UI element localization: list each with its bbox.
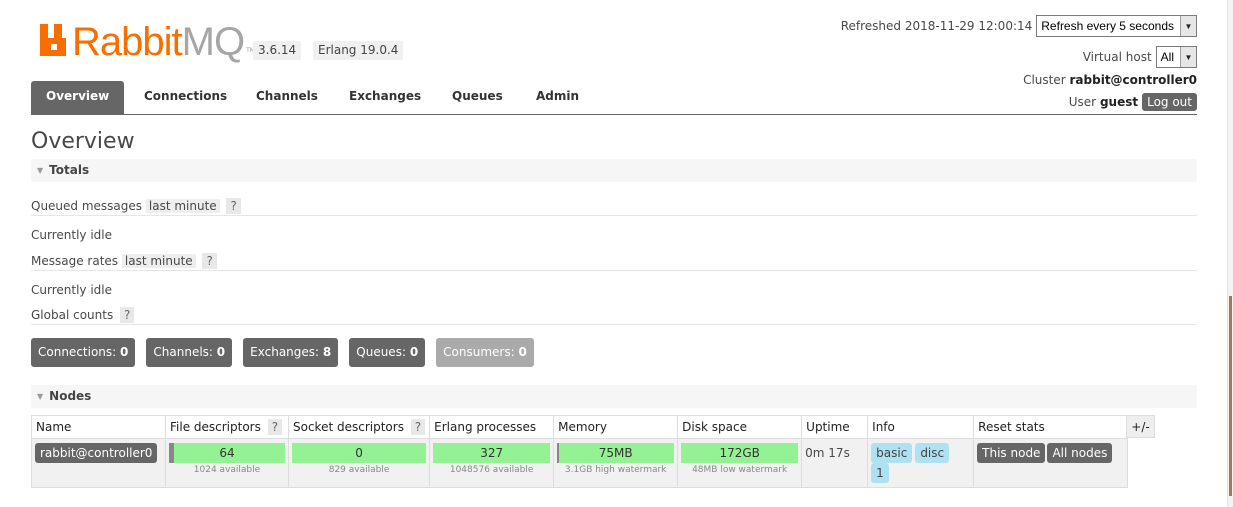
rabbitmq-logo[interactable]: RabbitMQ TM: [40, 18, 255, 62]
column-header: File descriptors ?: [165, 415, 289, 439]
file-descriptors-bar: 64: [169, 443, 285, 463]
tab-overview[interactable]: Overview: [31, 81, 125, 114]
column-header: Memory: [553, 415, 679, 439]
memory-watermark: 3.1GB high watermark: [564, 465, 667, 475]
rates-range-selector[interactable]: last minute: [121, 254, 196, 268]
column-header: Reset stats: [973, 415, 1129, 439]
channels-count[interactable]: Channels: 0: [146, 338, 233, 367]
refresh-interval-value: Refresh every 5 seconds: [1041, 19, 1174, 33]
consumers-count: Consumers: 0: [436, 338, 534, 367]
totals-section-header[interactable]: ▼ Totals: [31, 159, 1197, 182]
erlang-processes-cell: 327 1048576 available: [429, 438, 555, 488]
virtual-host-value: All: [1160, 50, 1174, 64]
help-icon[interactable]: ?: [267, 419, 283, 435]
nodes-title: Nodes: [49, 389, 92, 403]
info-tag-disc: disc: [915, 443, 950, 463]
collapse-triangle-icon: ▼: [37, 392, 44, 401]
global-counts-label: Global counts: [31, 308, 114, 322]
info-tag-basic: basic: [871, 443, 913, 463]
page-title: Overview: [31, 129, 135, 154]
help-icon[interactable]: ?: [202, 253, 217, 269]
queued-messages-row: Queued messages last minute ?: [31, 196, 1197, 216]
reset-stats-cell: This node All nodes: [973, 438, 1129, 488]
rates-idle-text: Currently idle: [31, 283, 112, 297]
connections-count[interactable]: Connections: 0: [31, 338, 136, 367]
disk-space-bar: 172GB: [681, 443, 799, 463]
exchanges-count[interactable]: Exchanges: 8: [243, 338, 339, 367]
node-name-cell: rabbit@controller0: [31, 438, 166, 488]
help-icon[interactable]: ?: [120, 307, 135, 323]
column-header: Info: [867, 415, 975, 439]
refreshed-timestamp: Refreshed 2018-11-29 12:00:14: [840, 19, 1033, 33]
table-row: rabbit@controller0 64 1024 available 0 8…: [31, 438, 1129, 488]
uptime-value: 0m 17s: [805, 446, 850, 460]
main-nav: Overview Connections Channels Exchanges …: [31, 81, 1197, 115]
memory-bar: 75MB: [557, 443, 675, 463]
column-header: Name: [31, 415, 166, 439]
queued-idle-text: Currently idle: [31, 228, 112, 242]
dropdown-arrow-icon: ▼: [1180, 16, 1196, 36]
column-header: Erlang processes: [429, 415, 555, 439]
refresh-interval-select[interactable]: Refresh every 5 seconds ▼: [1036, 15, 1197, 37]
column-header: Disk space: [677, 415, 803, 439]
message-rates-label: Message rates: [31, 254, 119, 268]
rabbitmq-version-badge: 3.6.14: [253, 41, 302, 60]
info-cell: basic disc 1: [867, 438, 975, 488]
disk-watermark: 48MB low watermark: [692, 465, 788, 475]
window-scrollbar[interactable]: [1227, 0, 1233, 507]
refresh-area: Refreshed 2018-11-29 12:00:14 Refresh ev…: [841, 15, 1197, 37]
totals-title: Totals: [49, 163, 90, 177]
socket-descriptors-bar: 0: [292, 443, 427, 463]
column-header: Socket descriptors ?: [287, 415, 431, 439]
tab-channels[interactable]: Channels: [256, 81, 318, 114]
erlang-version-badge: Erlang 19.0.4: [313, 41, 404, 60]
logo-wordmark: RabbitMQ: [72, 20, 245, 64]
column-header: Uptime: [801, 415, 869, 439]
virtual-host-select[interactable]: All ▼: [1155, 46, 1197, 68]
dropdown-arrow-icon: ▼: [1180, 47, 1196, 67]
info-tag-count: 1: [871, 463, 889, 483]
virtual-host-row: Virtual host All ▼: [1083, 46, 1197, 68]
socket-descriptors-available: 829 available: [328, 465, 390, 475]
nodes-table: Name File descriptors ? Socket descripto…: [31, 415, 1129, 488]
disk-space-cell: 172GB 48MB low watermark: [677, 438, 803, 488]
queued-range-selector[interactable]: last minute: [145, 199, 220, 213]
collapse-triangle-icon: ▼: [37, 166, 44, 175]
uptime-cell: 0m 17s: [801, 438, 869, 488]
tab-queues[interactable]: Queues: [452, 81, 503, 114]
queues-count[interactable]: Queues: 0: [349, 338, 426, 367]
memory-cell: 75MB 3.1GB high watermark: [553, 438, 679, 488]
tab-exchanges[interactable]: Exchanges: [349, 81, 421, 114]
reset-this-node-button[interactable]: This node: [977, 443, 1046, 463]
tab-connections[interactable]: Connections: [144, 81, 227, 114]
nodes-section-header[interactable]: ▼ Nodes: [31, 385, 1197, 408]
queued-messages-label: Queued messages: [31, 199, 143, 213]
scrollbar-thumb[interactable]: [1229, 296, 1232, 496]
toggle-columns-button[interactable]: +/-: [1126, 415, 1155, 438]
file-descriptors-cell: 64 1024 available: [165, 438, 289, 488]
erlang-processes-available: 1048576 available: [449, 465, 534, 475]
message-rates-row: Message rates last minute ?: [31, 251, 1197, 271]
global-counts-row: Global counts ?: [31, 305, 1197, 325]
node-link[interactable]: rabbit@controller0: [35, 443, 158, 463]
rabbitmq-logo-icon: [40, 24, 66, 56]
file-descriptors-available: 1024 available: [193, 465, 261, 475]
socket-descriptors-cell: 0 829 available: [287, 438, 431, 488]
help-icon[interactable]: ?: [410, 419, 426, 435]
virtual-host-label: Virtual host: [1082, 50, 1152, 64]
help-icon[interactable]: ?: [226, 198, 241, 214]
reset-all-nodes-button[interactable]: All nodes: [1047, 443, 1113, 463]
global-counts: Connections: 0 Channels: 0 Exchanges: 8 …: [31, 338, 545, 367]
erlang-processes-bar: 327: [433, 443, 551, 463]
tab-admin[interactable]: Admin: [536, 81, 579, 114]
